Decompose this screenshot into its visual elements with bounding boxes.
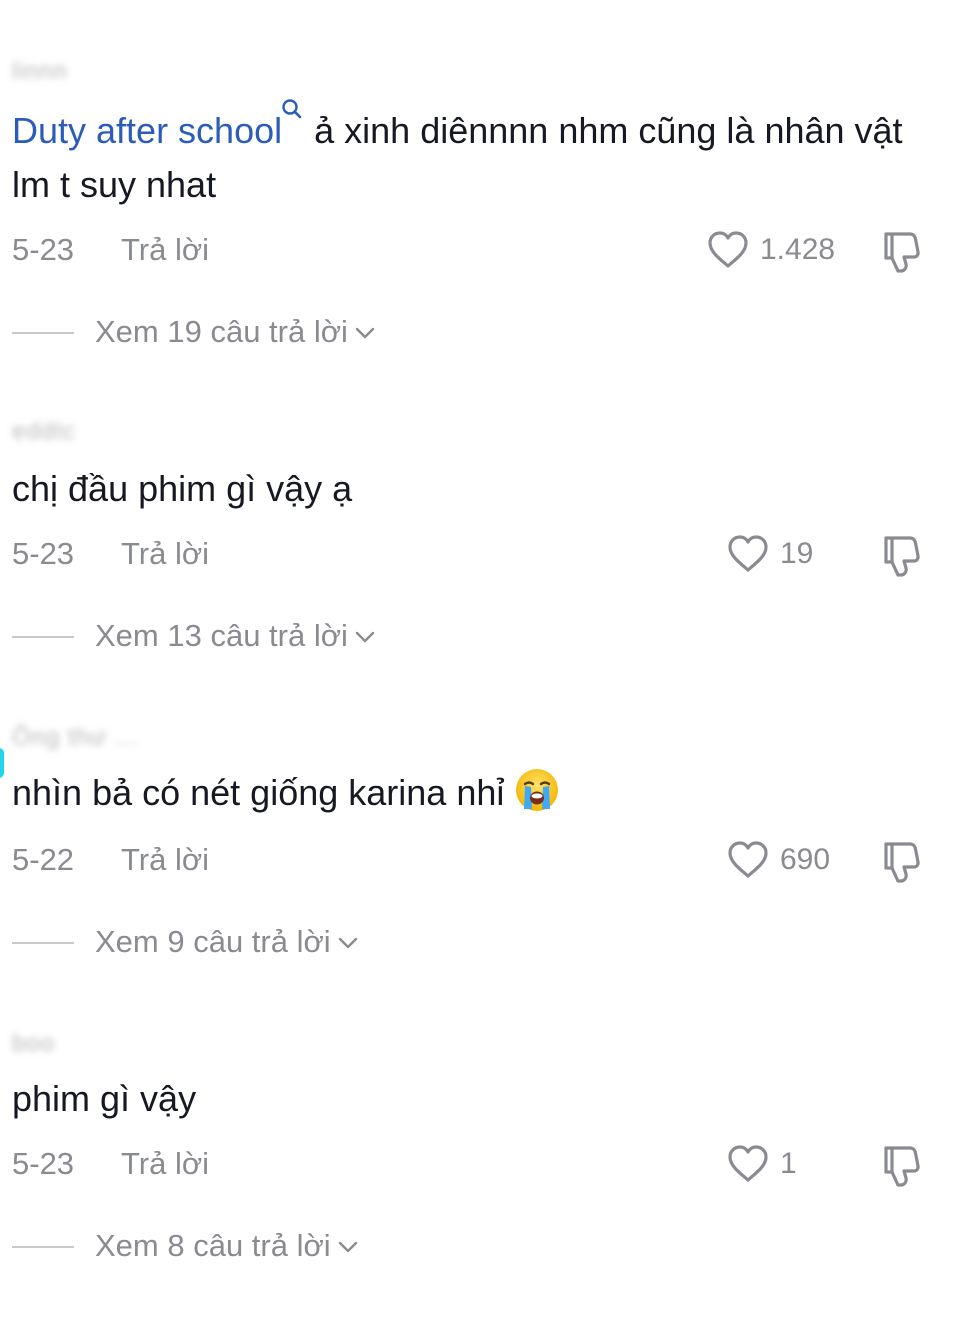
like-button[interactable]: 1.428	[706, 228, 835, 272]
comment-text: phim gì vậy	[12, 1078, 197, 1119]
reply-button[interactable]: Trả lời	[121, 230, 209, 270]
like-count: 1	[780, 1147, 797, 1180]
chevron-down-icon	[337, 1239, 359, 1255]
comment-meta: 5-22 Trả lời 690	[0, 838, 964, 883]
view-replies-label: Xem 8 câu trả lời	[95, 1226, 359, 1266]
comment-username[interactable]: boo	[12, 1030, 55, 1058]
comment-item: linnn Duty after school ả xinh diênnnn nh…	[0, 58, 964, 362]
like-button[interactable]: 690	[726, 838, 830, 882]
comment-text: nhìn bả có nét giống karina nhỉ	[12, 772, 505, 813]
comment-username[interactable]: eddtc	[12, 418, 76, 446]
comment-meta: 5-23 Trả lời 1.428	[0, 228, 964, 273]
comment-text-block: nhìn bả có nét giống karina nhỉ	[12, 766, 912, 820]
comment-text-block: Duty after school ả xinh diênnnn nhm cũng…	[12, 99, 912, 212]
dislike-icon[interactable]	[878, 838, 924, 884]
view-replies-text: Xem 19 câu trả lời	[95, 314, 348, 349]
comment-date: 5-22	[12, 842, 75, 877]
comment-item: Ông thư ... nhìn bả có nét giống karina …	[0, 724, 964, 1028]
view-replies-text: Xem 8 câu trả lời	[95, 1228, 331, 1263]
comment-item: boo phim gì vậy 5-23 Trả lời 1 Xem 8 câu…	[0, 1030, 964, 1334]
comment-date: 5-23	[12, 232, 75, 267]
view-replies-label: Xem 13 câu trả lời	[95, 616, 376, 656]
view-replies-button[interactable]: Xem 13 câu trả lời	[0, 616, 600, 656]
like-count: 690	[780, 843, 831, 876]
reply-divider	[12, 1246, 74, 1248]
chevron-down-icon	[354, 629, 376, 645]
heart-icon	[726, 1142, 770, 1186]
reply-divider	[12, 636, 74, 638]
view-replies-button[interactable]: Xem 8 câu trả lời	[0, 1226, 600, 1266]
view-replies-text: Xem 9 câu trả lời	[95, 924, 331, 959]
reply-button[interactable]: Trả lời	[121, 1144, 209, 1184]
video-tag-link[interactable]: Duty after school	[12, 110, 282, 151]
comment-date: 5-23	[12, 536, 75, 571]
reply-divider	[12, 332, 74, 334]
view-replies-button[interactable]: Xem 9 câu trả lời	[0, 922, 600, 962]
loudly-crying-face-icon	[514, 767, 560, 813]
comment-text-block: chị đầu phim gì vậy ạ	[12, 462, 912, 516]
view-replies-label: Xem 9 câu trả lời	[95, 922, 359, 962]
comment-item: eddtc chị đầu phim gì vậy ạ 5-23 Trả lời…	[0, 418, 964, 722]
comment-username[interactable]: Ông thư ...	[12, 724, 138, 752]
like-count: 19	[780, 537, 814, 570]
dislike-icon[interactable]	[878, 1142, 924, 1188]
dislike-icon[interactable]	[878, 228, 924, 274]
search-icon[interactable]	[282, 98, 302, 126]
comment-meta: 5-23 Trả lời 19	[0, 532, 964, 577]
reply-button[interactable]: Trả lời	[121, 534, 209, 574]
comment-text: chị đầu phim gì vậy ạ	[12, 468, 353, 509]
reply-divider	[12, 942, 74, 944]
chevron-down-icon	[354, 325, 376, 341]
reply-button[interactable]: Trả lời	[121, 840, 209, 880]
dislike-icon[interactable]	[878, 532, 924, 578]
like-button[interactable]: 19	[726, 532, 813, 576]
comment-text-block: phim gì vậy	[12, 1072, 912, 1126]
like-button[interactable]: 1	[726, 1142, 797, 1186]
comment-username[interactable]: linnn	[12, 58, 68, 86]
view-replies-button[interactable]: Xem 19 câu trả lời	[0, 312, 600, 352]
heart-icon	[726, 532, 770, 576]
heart-icon	[706, 228, 750, 272]
heart-icon	[726, 838, 770, 882]
comment-meta: 5-23 Trả lời 1	[0, 1142, 964, 1187]
view-replies-text: Xem 13 câu trả lời	[95, 618, 348, 653]
view-replies-label: Xem 19 câu trả lời	[95, 312, 376, 352]
like-count: 1.428	[760, 233, 836, 266]
comment-date: 5-23	[12, 1146, 75, 1181]
chevron-down-icon	[337, 935, 359, 951]
